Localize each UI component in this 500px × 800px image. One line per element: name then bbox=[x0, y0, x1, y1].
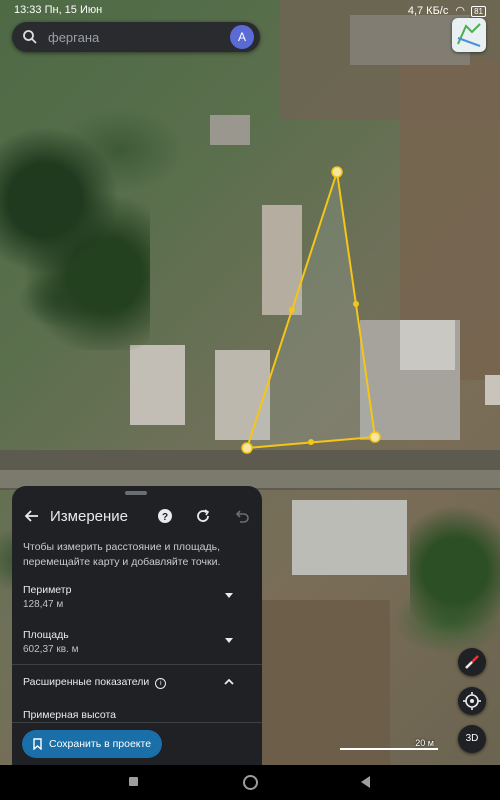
view-3d-button[interactable]: 3D bbox=[458, 725, 486, 753]
refresh-icon[interactable] bbox=[195, 508, 211, 524]
help-icon[interactable]: ? bbox=[157, 508, 173, 524]
back-button[interactable] bbox=[361, 776, 370, 788]
advanced-metrics-label: Расширенные показатели bbox=[23, 676, 150, 688]
svg-text:?: ? bbox=[162, 512, 168, 523]
undo-icon[interactable] bbox=[234, 508, 250, 524]
my-location-button[interactable] bbox=[458, 687, 486, 715]
measure-panel[interactable]: Измерение ? Чтобы измерить расстояние и … bbox=[12, 486, 262, 765]
save-to-project-button[interactable]: Сохранить в проекте bbox=[22, 730, 162, 758]
measure-midpoint bbox=[353, 301, 359, 307]
approx-height-label: Примерная высота bbox=[23, 709, 117, 721]
perimeter-value: 128,47 м bbox=[23, 599, 64, 610]
back-arrow-icon[interactable] bbox=[24, 508, 40, 524]
divider bbox=[12, 722, 262, 723]
battery-icon: 81 bbox=[471, 6, 486, 17]
advanced-metrics-toggle[interactable]: Расширенные показатели i bbox=[23, 676, 167, 689]
home-button[interactable] bbox=[243, 775, 258, 790]
wifi-icon: ◠ bbox=[455, 5, 466, 17]
status-time: 13:33 Пн, 15 Июн bbox=[14, 4, 103, 16]
map-scale: 20 м bbox=[340, 738, 438, 752]
area-dropdown-icon[interactable] bbox=[225, 638, 233, 643]
network-speed: 4,7 КБ/с bbox=[407, 5, 449, 17]
panel-description: Чтобы измерить расстояние и площадь, пер… bbox=[23, 541, 221, 568]
scale-label: 20 м bbox=[415, 738, 434, 748]
scale-bar bbox=[340, 748, 438, 750]
panel-title: Измерение bbox=[50, 508, 129, 525]
measure-vertex bbox=[369, 431, 381, 443]
measure-midpoint bbox=[289, 307, 295, 313]
status-bar: 13:33 Пн, 15 Июн 4,7 КБ/с ◠ 81 bbox=[0, 0, 500, 22]
perimeter-dropdown-icon[interactable] bbox=[225, 593, 233, 598]
system-nav-bar bbox=[0, 765, 500, 800]
save-to-project-label: Сохранить в проекте bbox=[49, 738, 152, 750]
recents-button[interactable] bbox=[129, 777, 138, 786]
measure-vertex bbox=[331, 166, 343, 178]
perimeter-label: Периметр bbox=[23, 584, 72, 596]
measure-midpoint bbox=[308, 439, 314, 445]
info-icon[interactable]: i bbox=[155, 678, 167, 689]
chevron-up-icon[interactable] bbox=[223, 677, 235, 687]
crosshair-icon bbox=[463, 692, 481, 710]
measure-vertex bbox=[241, 442, 253, 454]
search-bar[interactable]: фергана A bbox=[12, 22, 260, 52]
area-value: 602,37 кв. м bbox=[23, 644, 79, 655]
compass-button[interactable] bbox=[458, 648, 486, 676]
search-icon bbox=[23, 30, 37, 44]
drag-handle[interactable] bbox=[125, 491, 147, 495]
account-avatar[interactable]: A bbox=[230, 25, 254, 49]
status-right: 4,7 КБ/с ◠ 81 bbox=[408, 4, 486, 17]
compass-icon bbox=[465, 655, 479, 669]
divider bbox=[12, 664, 262, 665]
map-layers-button[interactable] bbox=[452, 18, 486, 52]
search-input[interactable]: фергана bbox=[48, 30, 99, 45]
bookmark-icon bbox=[33, 738, 42, 750]
map-thumbnail-icon bbox=[457, 23, 481, 47]
area-label: Площадь bbox=[23, 629, 69, 641]
